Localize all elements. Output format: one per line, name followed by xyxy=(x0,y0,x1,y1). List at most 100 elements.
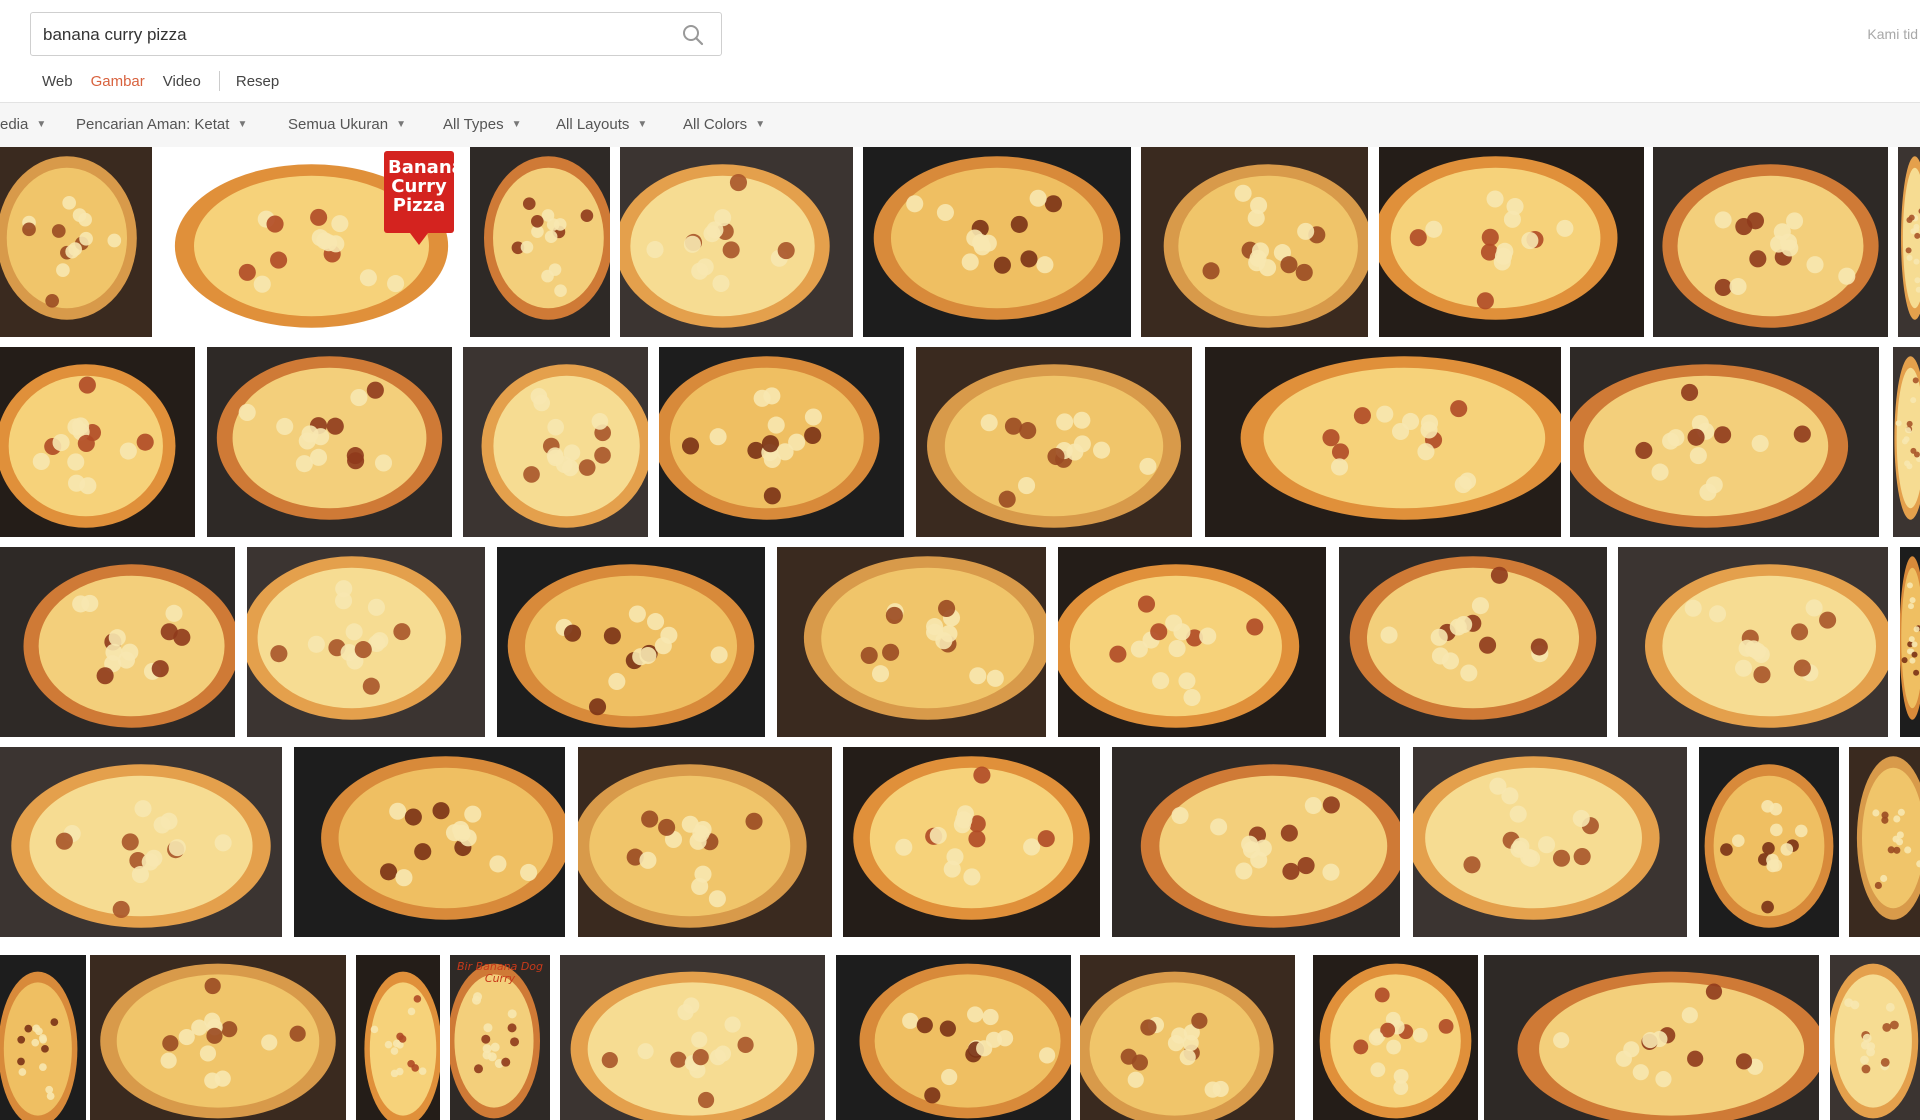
pizza-image xyxy=(0,747,282,937)
pizza-image xyxy=(1413,747,1687,937)
image-result-tile[interactable] xyxy=(294,747,565,937)
thumb-caption: Bir Banana Dog Curry xyxy=(456,960,543,985)
filter-label: Pencarian Aman: Ketat xyxy=(76,116,230,133)
pizza-image xyxy=(1849,747,1920,937)
image-result-tile[interactable] xyxy=(1313,955,1478,1120)
pizza-image xyxy=(1141,147,1368,337)
pizza-image xyxy=(0,547,235,737)
caret-down-icon: ▼ xyxy=(511,119,522,131)
image-result-tile[interactable] xyxy=(1653,147,1888,337)
pizza-image xyxy=(497,547,765,737)
account-text[interactable]: Kami tid xyxy=(1867,26,1918,42)
image-result-tile[interactable] xyxy=(1893,347,1920,537)
image-result-tile[interactable] xyxy=(90,955,346,1120)
pizza-image xyxy=(1830,955,1920,1120)
tab-recipes[interactable]: Resep xyxy=(236,73,279,90)
pizza-image xyxy=(1379,147,1644,337)
image-result-tile[interactable]: Bir Banana Dog Curry xyxy=(450,955,550,1120)
pizza-image xyxy=(1699,747,1839,937)
pizza-image xyxy=(1058,547,1326,737)
image-result-tile[interactable] xyxy=(620,147,853,337)
pizza-image xyxy=(1618,547,1888,737)
pizza-image xyxy=(0,347,195,537)
image-result-tile[interactable] xyxy=(463,347,648,537)
promo-text: Banana Curry Pizza xyxy=(388,157,460,216)
caret-down-icon: ▼ xyxy=(396,119,406,131)
image-result-tile[interactable] xyxy=(1618,547,1888,737)
caret-down-icon: ▼ xyxy=(237,119,248,131)
filter-label: All Layouts xyxy=(556,116,630,133)
image-result-tile[interactable] xyxy=(497,547,765,737)
image-result-tile[interactable] xyxy=(470,147,610,337)
pizza-image xyxy=(659,347,904,537)
filter-safe-search[interactable]: Pencarian Aman: Ketat ▼ xyxy=(76,103,247,147)
image-result-tile[interactable] xyxy=(836,955,1071,1120)
filter-type[interactable]: All Types ▼ xyxy=(443,103,522,147)
image-result-tile[interactable] xyxy=(1112,747,1400,937)
image-result-tile[interactable] xyxy=(0,955,86,1120)
pizza-image xyxy=(463,347,648,537)
image-result-tile[interactable] xyxy=(1898,147,1920,337)
image-result-tile[interactable] xyxy=(1080,955,1295,1120)
image-result-tile[interactable] xyxy=(0,547,235,737)
image-result-tile[interactable] xyxy=(560,955,825,1120)
image-results-grid: Banana Curry Pizza Bir Banana Dog Curry xyxy=(0,147,1920,1120)
filter-layout[interactable]: All Layouts ▼ xyxy=(556,103,647,147)
pizza-image xyxy=(1339,547,1607,737)
image-result-tile[interactable] xyxy=(1141,147,1368,337)
image-result-tile[interactable] xyxy=(843,747,1100,937)
pizza-image xyxy=(1893,347,1920,537)
search-type-tabs: Web Gambar Video Resep xyxy=(42,68,297,94)
filter-label: Semua Ukuran xyxy=(288,116,389,133)
image-result-tile[interactable] xyxy=(1379,147,1644,337)
pizza-image xyxy=(1112,747,1400,937)
image-result-tile[interactable] xyxy=(1900,547,1920,737)
tab-web[interactable]: Web xyxy=(42,73,73,90)
pizza-image xyxy=(1570,347,1879,537)
image-result-tile[interactable] xyxy=(247,547,485,737)
image-result-tile[interactable] xyxy=(916,347,1192,537)
search-icon[interactable] xyxy=(681,23,705,47)
image-result-tile[interactable] xyxy=(863,147,1131,337)
pizza-image xyxy=(1205,347,1561,537)
image-result-tile[interactable] xyxy=(1058,547,1326,737)
image-result-tile[interactable] xyxy=(1849,747,1920,937)
image-result-tile[interactable] xyxy=(0,347,195,537)
pizza-image xyxy=(836,955,1071,1120)
pizza-image xyxy=(560,955,825,1120)
image-result-tile[interactable] xyxy=(0,147,152,337)
pizza-image xyxy=(1653,147,1888,337)
pizza-image xyxy=(1313,955,1478,1120)
image-result-tile[interactable] xyxy=(1699,747,1839,937)
search-input[interactable] xyxy=(41,13,665,57)
filter-media[interactable]: edia ▼ xyxy=(0,103,46,147)
image-result-tile[interactable] xyxy=(1484,955,1819,1120)
image-result-tile[interactable] xyxy=(777,547,1046,737)
filter-size[interactable]: Semua Ukuran ▼ xyxy=(288,103,406,147)
search-box[interactable] xyxy=(30,12,722,57)
image-result-tile[interactable] xyxy=(659,347,904,537)
top-header: Kami tid Web Gambar Video Resep xyxy=(0,0,1920,103)
image-result-tile[interactable]: Banana Curry Pizza xyxy=(163,147,460,337)
image-result-tile[interactable] xyxy=(356,955,440,1120)
filter-label: All Types xyxy=(443,116,504,133)
image-result-tile[interactable] xyxy=(1205,347,1561,537)
pizza-image xyxy=(578,747,832,937)
pizza-image xyxy=(916,347,1192,537)
image-result-tile[interactable] xyxy=(1339,547,1607,737)
image-result-tile[interactable] xyxy=(1570,347,1879,537)
pizza-image xyxy=(247,547,485,737)
image-result-tile[interactable] xyxy=(578,747,832,937)
pizza-image xyxy=(1898,147,1920,337)
pizza-image xyxy=(470,147,610,337)
filter-label: All Colors xyxy=(683,116,748,133)
caret-down-icon: ▼ xyxy=(36,119,47,131)
tab-images[interactable]: Gambar xyxy=(91,73,145,90)
image-result-tile[interactable] xyxy=(1413,747,1687,937)
image-result-tile[interactable] xyxy=(0,747,282,937)
filter-color[interactable]: All Colors ▼ xyxy=(683,103,765,147)
image-result-tile[interactable] xyxy=(207,347,452,537)
image-result-tile[interactable] xyxy=(1830,955,1920,1120)
tab-video[interactable]: Video xyxy=(163,73,201,90)
pizza-image xyxy=(777,547,1046,737)
